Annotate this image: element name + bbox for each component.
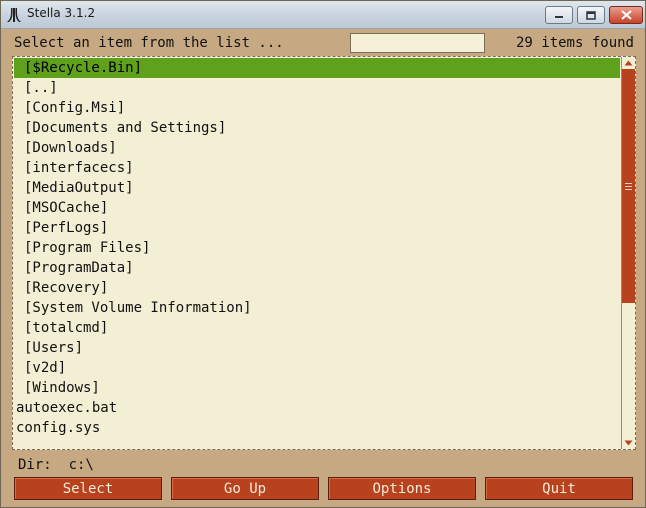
browser-dialog: Select an item from the list ... 29 item…: [6, 30, 642, 505]
title-bar[interactable]: Stella 3.1.2: [1, 1, 645, 29]
list-item[interactable]: config.sys: [14, 418, 620, 438]
list-item[interactable]: [v2d]: [14, 358, 620, 378]
current-dir-label: Dir: c:\: [18, 457, 94, 473]
options-button[interactable]: Options: [328, 477, 476, 500]
list-item[interactable]: autoexec.bat: [14, 398, 620, 418]
scroll-down-button[interactable]: [622, 437, 635, 449]
list-item[interactable]: [Recovery]: [14, 278, 620, 298]
list-item[interactable]: [totalcmd]: [14, 318, 620, 338]
scroll-up-button[interactable]: [622, 57, 635, 69]
close-icon: [620, 10, 632, 20]
list-item[interactable]: [Config.Msi]: [14, 98, 620, 118]
maximize-icon: [586, 10, 596, 20]
list-item[interactable]: [..]: [14, 78, 620, 98]
quit-button[interactable]: Quit: [485, 477, 633, 500]
list-item[interactable]: [MediaOutput]: [14, 178, 620, 198]
list-item[interactable]: [Program Files]: [14, 238, 620, 258]
list-item[interactable]: [Windows]: [14, 378, 620, 398]
minimize-icon: [555, 16, 563, 18]
list-item[interactable]: [interfacecs]: [14, 158, 620, 178]
select-button[interactable]: Select: [14, 477, 162, 500]
atari-logo-icon: [7, 8, 21, 22]
go-up-button[interactable]: Go Up: [171, 477, 319, 500]
arrow-up-icon: [624, 60, 633, 66]
scroll-thumb[interactable]: [622, 69, 635, 303]
item-count: 29 items found: [515, 35, 634, 51]
app-window: Stella 3.1.2 Select an item from the lis…: [0, 0, 646, 508]
list-item[interactable]: [ProgramData]: [14, 258, 620, 278]
list-item[interactable]: [Users]: [14, 338, 620, 358]
list-item[interactable]: [Documents and Settings]: [14, 118, 620, 138]
arrow-down-icon: [624, 440, 633, 446]
prompt-label: Select an item from the list ...: [14, 35, 284, 51]
list-item[interactable]: [$Recycle.Bin]: [14, 58, 620, 78]
maximize-button[interactable]: [577, 6, 605, 24]
file-list[interactable]: [$Recycle.Bin] [..] [Config.Msi] [Documents…: [12, 56, 636, 450]
minimize-button[interactable]: [545, 6, 573, 24]
close-button[interactable]: [609, 6, 643, 24]
vertical-scrollbar[interactable]: [621, 57, 635, 449]
list-item[interactable]: [PerfLogs]: [14, 218, 620, 238]
window-title: Stella 3.1.2: [27, 6, 96, 20]
list-item[interactable]: [MSOCache]: [14, 198, 620, 218]
list-item[interactable]: [System Volume Information]: [14, 298, 620, 318]
list-item[interactable]: [Downloads]: [14, 138, 620, 158]
filter-input[interactable]: [350, 33, 485, 53]
